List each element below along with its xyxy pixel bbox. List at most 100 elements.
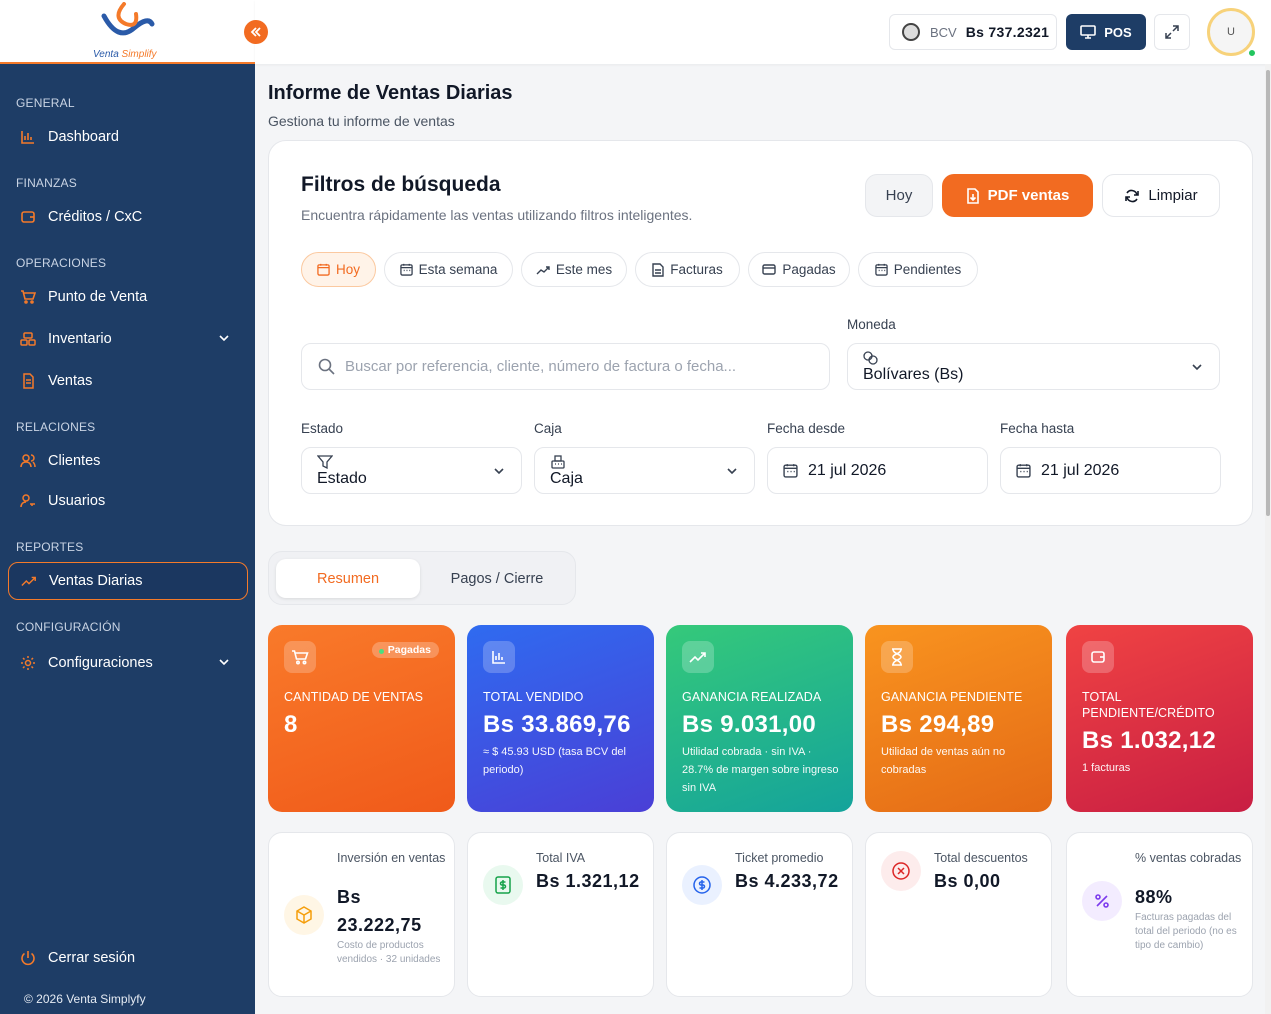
register-select[interactable]: Caja (534, 447, 755, 494)
collapse-sidebar-button[interactable] (244, 20, 268, 44)
sidebar-item-punto-venta[interactable]: Punto de Venta (8, 278, 248, 316)
search-icon (318, 358, 335, 375)
sidebar-item-label: Créditos / CxC (48, 209, 143, 225)
stat-label: GANANCIA PENDIENTE (881, 690, 1023, 704)
bcv-rate: BCV Bs 737.2321 (889, 14, 1057, 50)
logout-label: Cerrar sesión (48, 950, 136, 966)
chevron-down-icon (727, 468, 737, 475)
metric-note: Facturas pagadas del total del periodo (… (1135, 912, 1237, 951)
boxes-icon (20, 331, 36, 347)
cash-register-icon (551, 455, 565, 469)
chip-pendientes[interactable]: Pendientes (858, 252, 978, 287)
clear-button[interactable]: Limpiar (1102, 174, 1220, 217)
stat-label: TOTAL PENDIENTE/CRÉDITO (1082, 690, 1215, 720)
box-icon (284, 895, 324, 935)
logo[interactable]: Venta Simplify (0, 0, 255, 64)
chip-pagadas[interactable]: Pagadas (748, 252, 850, 287)
date-from-field[interactable]: 21 jul 2026 (767, 447, 988, 494)
refresh-icon (1125, 189, 1140, 202)
date-from-label: Fecha desde (767, 421, 846, 436)
logo-mark-icon (101, 2, 155, 36)
sidebar-item-label: Ventas (48, 373, 93, 389)
avatar-initial: U (1227, 26, 1235, 38)
chip-label: Facturas (670, 262, 723, 277)
calendar-icon (399, 263, 413, 276)
calendar-icon (1016, 464, 1031, 478)
stat-card-total-sold: TOTAL VENDIDO Bs 33.869,76 ≈ $ 45.93 USD… (467, 625, 654, 812)
chevron-down-icon (1192, 364, 1202, 371)
chip-este-mes[interactable]: Este mes (521, 252, 627, 287)
metric-note: Costo de productos vendidos · 32 unidade… (337, 940, 441, 965)
stat-label: GANANCIA REALIZADA (682, 690, 822, 704)
chip-label: Esta semana (418, 262, 498, 277)
chip-label: Pendientes (893, 262, 962, 277)
trending-icon (21, 573, 37, 589)
stat-label: CANTIDAD DE VENTAS (284, 690, 424, 704)
stat-note: Utilidad de ventas aún no cobradas (881, 746, 1006, 776)
stat-card-realized-profit: GANANCIA REALIZADA Bs 9.031,00 Utilidad … (666, 625, 853, 812)
metric-value: 88% (1135, 887, 1173, 907)
stat-value: 8 (284, 711, 298, 738)
calendar-icon (317, 263, 330, 276)
cart-icon (284, 641, 316, 673)
x-circle-icon (881, 851, 921, 891)
copyright: © 2026 Venta Simplyfy (24, 992, 146, 1006)
gear-icon (20, 655, 36, 671)
calendar-icon (783, 464, 798, 478)
sidebar-item-configuraciones[interactable]: Configuraciones (8, 644, 248, 682)
sidebar-item-label: Inventario (48, 331, 112, 347)
currency-value: Bolívares (Bs) (863, 366, 964, 383)
sidebar: Venta Simplify GENERAL Dashboard FINANZA… (0, 0, 255, 1014)
users-icon (20, 453, 36, 469)
metric-label: Inversión en ventas (337, 851, 446, 865)
fullscreen-button[interactable] (1154, 14, 1190, 50)
filters-panel: Filtros de búsqueda Encuentra rápidament… (268, 140, 1253, 526)
sidebar-item-clientes[interactable]: Clientes (8, 442, 248, 480)
section-relaciones: RELACIONES (16, 420, 96, 434)
search-input[interactable] (345, 358, 815, 375)
clear-label: Limpiar (1148, 187, 1198, 204)
pdf-sales-button[interactable]: PDF ventas (942, 174, 1093, 217)
chip-facturas[interactable]: Facturas (635, 252, 740, 287)
section-finanzas: FINANZAS (16, 176, 77, 190)
filters-subtitle: Encuentra rápidamente las ventas utiliza… (301, 207, 693, 223)
pdf-sales-label: PDF ventas (987, 187, 1070, 204)
tab-resumen[interactable]: Resumen (276, 559, 420, 598)
sidebar-item-label: Ventas Diarias (49, 573, 143, 589)
file-download-icon (966, 187, 979, 204)
date-to-label: Fecha hasta (1000, 421, 1075, 436)
credit-card-icon (762, 264, 777, 275)
sidebar-item-label: Configuraciones (48, 655, 153, 671)
status-label: Estado (301, 421, 344, 436)
sidebar-item-ventas[interactable]: Ventas (8, 362, 248, 400)
currency-select[interactable]: Bolívares (Bs) (847, 343, 1220, 390)
status-select[interactable]: Estado (301, 447, 522, 494)
tab-pagos-cierre[interactable]: Pagos / Cierre (424, 559, 570, 598)
sidebar-item-inventario[interactable]: Inventario (8, 320, 248, 358)
sidebar-item-creditos[interactable]: Créditos / CxC (8, 198, 248, 236)
calendar-icon (874, 263, 888, 276)
topbar: BCV Bs 737.2321 POS U (255, 0, 1271, 64)
metric-value: Bs 4.233,72 (735, 871, 839, 891)
today-button[interactable]: Hoy (865, 174, 933, 217)
expand-icon (1165, 25, 1179, 39)
metric-label: Total IVA (536, 851, 586, 865)
document-icon (652, 262, 664, 277)
sidebar-item-usuarios[interactable]: Usuarios (8, 482, 248, 520)
pos-button[interactable]: POS (1066, 14, 1146, 50)
logout-button[interactable]: Cerrar sesión (8, 940, 248, 976)
sidebar-item-dashboard[interactable]: Dashboard (8, 118, 248, 156)
logo-text: Venta Simplify (93, 49, 157, 60)
percent-icon (1082, 881, 1122, 921)
search-field[interactable] (301, 343, 830, 390)
date-to-field[interactable]: 21 jul 2026 (1000, 447, 1221, 494)
chip-hoy[interactable]: Hoy (301, 252, 376, 287)
chip-esta-semana[interactable]: Esta semana (384, 252, 513, 287)
status-value: Estado (317, 470, 367, 487)
sidebar-item-ventas-diarias[interactable]: Ventas Diarias (8, 562, 248, 600)
online-status-dot (1247, 48, 1257, 58)
stat-value: Bs 33.869,76 (483, 711, 631, 738)
scrollbar-thumb[interactable] (1266, 70, 1270, 516)
hourglass-icon (881, 641, 913, 673)
date-to-value: 21 jul 2026 (1041, 461, 1120, 479)
